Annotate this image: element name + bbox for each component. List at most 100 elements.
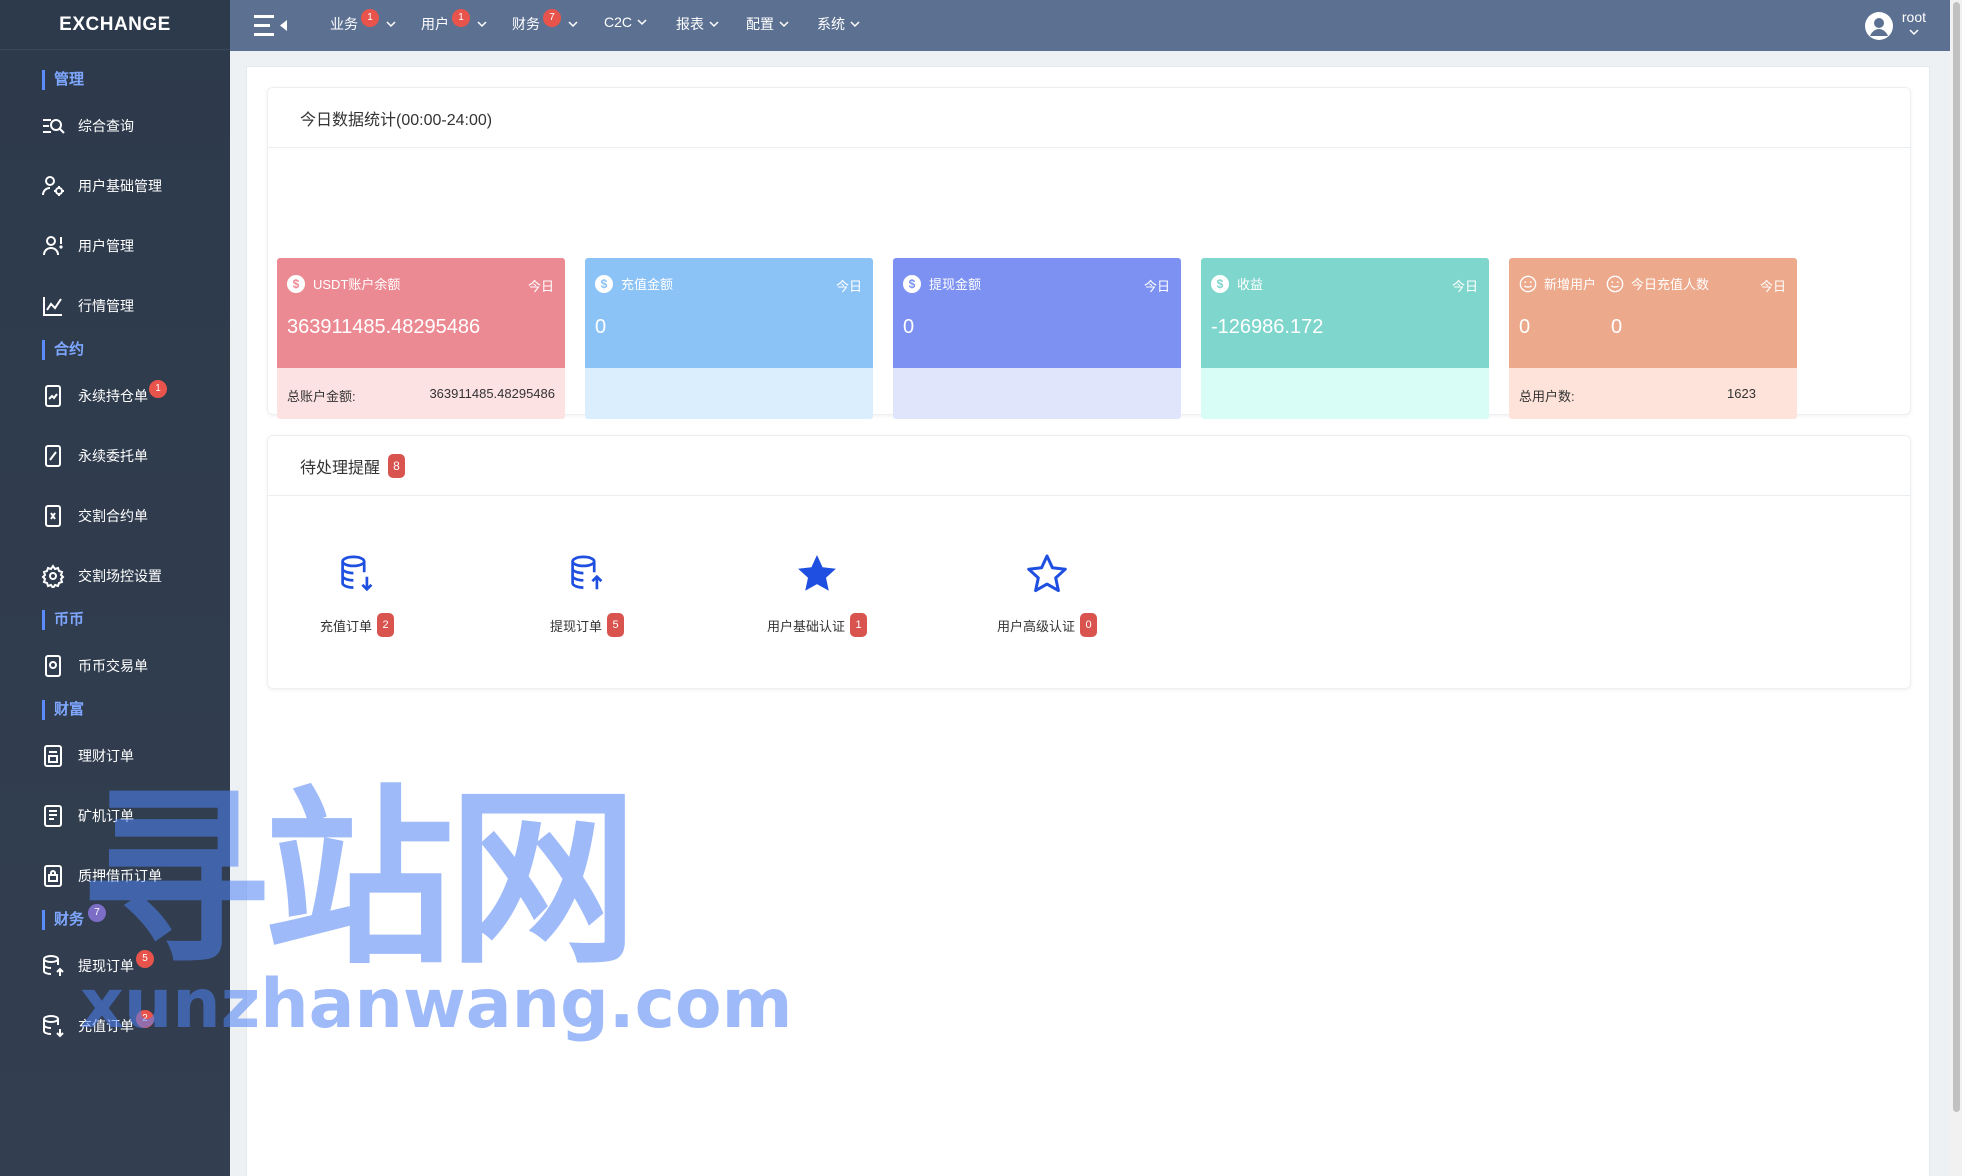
stat-card-profit: $ 收益 今日 -126986.172 xyxy=(1201,258,1489,419)
chevron-down-icon xyxy=(386,21,396,28)
topnav-badge: 1 xyxy=(361,9,379,27)
topnav-label: 用户 xyxy=(421,16,449,32)
sidebar-item-label: 综合查询 xyxy=(78,118,134,134)
stat-foot-value: 1623 xyxy=(1727,386,1756,401)
chevron-down-icon xyxy=(709,21,719,28)
topnav-label: 系统 xyxy=(817,16,845,32)
sidebar-item-user-management[interactable]: 用户管理 xyxy=(0,226,230,266)
stat-label: 充值金额 xyxy=(621,277,674,292)
sidebar-item-wealth-orders[interactable]: 理财订单 xyxy=(0,736,230,776)
section-title-management: 管理 xyxy=(42,70,84,90)
stat-tag: 今日 xyxy=(1143,279,1170,294)
sidebar-item-deposit-orders[interactable]: 充值订单 xyxy=(0,1006,230,1046)
topnav-reports[interactable]: 报表 xyxy=(676,14,720,34)
topnav-business[interactable]: 业务 1 xyxy=(330,9,397,34)
document-list-icon xyxy=(40,803,66,829)
topnav-label: 财务 xyxy=(512,16,540,32)
stat-card-usdt-balance: $ USDT账户余额 今日 363911485.48295486 总账户金额: 3… xyxy=(277,258,565,419)
section-title-finance: 财务 xyxy=(42,910,84,930)
sidebar-item-user-basic[interactable]: 用户基础管理 xyxy=(0,166,230,206)
stat-tag: 今日 xyxy=(835,279,862,294)
topnav-label: 配置 xyxy=(746,16,774,32)
sidebar-item-label: 用户基础管理 xyxy=(78,178,162,194)
topnav-label: 报表 xyxy=(676,16,704,32)
sidebar-item-label: 交割合约单 xyxy=(78,508,148,524)
task-label: 用户基础认证 xyxy=(766,618,845,634)
database-download-icon xyxy=(277,549,437,599)
pending-advanced-verification[interactable]: 用户高级认证 0 xyxy=(967,549,1127,637)
stat-value: 0 xyxy=(1519,316,1531,338)
perpetual-position-badge: 1 xyxy=(149,380,167,398)
database-upload-icon xyxy=(507,549,667,599)
task-badge: 1 xyxy=(850,613,867,637)
deposit-orders-badge: 2 xyxy=(136,1010,154,1028)
stat-card-withdraw-amount: $ 提现金额 今日 0 xyxy=(893,258,1181,419)
phone-coin-icon xyxy=(40,653,66,679)
section-title-contract: 合约 xyxy=(42,340,84,360)
user-settings-icon xyxy=(40,173,66,199)
task-badge: 5 xyxy=(607,613,624,637)
sidebar-item-comprehensive-query[interactable]: 综合查询 xyxy=(0,106,230,146)
sidebar-item-miner-orders[interactable]: 矿机订单 xyxy=(0,796,230,836)
phone-dollar-icon xyxy=(40,503,66,529)
topnav-c2c[interactable]: C2C xyxy=(604,14,648,30)
sidebar-item-delivery-contract[interactable]: 交割合约单 xyxy=(0,496,230,536)
stat-foot-value: 363911485.48295486 xyxy=(429,386,555,401)
topnav-config[interactable]: 配置 xyxy=(746,14,790,34)
main-content: 今日数据统计(00:00-24:00) $ USDT账户余额 今日 3639114… xyxy=(246,66,1930,1176)
task-label: 充值订单 xyxy=(319,618,372,634)
task-label: 提现订单 xyxy=(549,618,602,634)
database-down-icon xyxy=(40,1013,66,1039)
star-filled-icon xyxy=(737,549,897,599)
pending-deposit-orders[interactable]: 充值订单 2 xyxy=(277,549,437,637)
panel-title: 待处理提醒 8 xyxy=(268,436,1910,496)
stat-value: 363911485.48295486 xyxy=(287,316,481,338)
stat-label: 提现金额 xyxy=(929,277,982,292)
dollar-icon: $ xyxy=(287,274,305,293)
sidebar-item-withdraw-orders[interactable]: 提现订单 xyxy=(0,946,230,986)
phone-chart-icon xyxy=(40,383,66,409)
pending-title: 待处理提醒 xyxy=(300,459,381,477)
panel-title: 今日数据统计(00:00-24:00) xyxy=(268,88,1910,148)
username: root xyxy=(1901,9,1926,25)
stat-label: 收益 xyxy=(1237,277,1264,292)
pending-badge: 8 xyxy=(388,453,406,478)
sidebar-item-perpetual-position[interactable]: 永续持仓单 xyxy=(0,376,230,416)
task-label: 用户高级认证 xyxy=(996,618,1075,634)
chevron-down-icon xyxy=(637,19,647,26)
top-navbar: 业务 1 用户 1 财务 7 C2C 报表 配置 系统 root xyxy=(230,0,1950,51)
stat-value: 0 xyxy=(903,316,915,338)
document-list-icon xyxy=(40,743,66,769)
chevron-down-icon xyxy=(850,21,860,28)
stat-foot-label: 总账户金额: xyxy=(287,389,356,404)
scrollbar-thumb[interactable] xyxy=(1953,2,1960,1112)
pending-withdraw-orders[interactable]: 提现订单 5 xyxy=(507,549,667,637)
sidebar-item-perpetual-orders[interactable]: 永续委托单 xyxy=(0,436,230,476)
vertical-scrollbar[interactable] xyxy=(1950,0,1962,1176)
sidebar-item-label: 提现订单 xyxy=(78,958,134,974)
stat-foot-label: 总用户数: xyxy=(1519,389,1575,404)
topnav-system[interactable]: 系统 xyxy=(817,14,861,34)
task-badge: 0 xyxy=(1080,613,1097,637)
stat-value: -126986.172 xyxy=(1211,316,1324,338)
sidebar-item-delivery-settings[interactable]: 交割场控设置 xyxy=(0,556,230,596)
withdraw-orders-badge: 5 xyxy=(136,950,154,968)
topnav-badge: 7 xyxy=(543,9,561,27)
sidebar-item-market[interactable]: 行情管理 xyxy=(0,286,230,326)
dollar-icon: $ xyxy=(903,274,921,293)
topnav-users[interactable]: 用户 1 xyxy=(421,9,488,34)
stat-tag: 今日 xyxy=(1759,279,1786,294)
stat-value: 0 xyxy=(595,316,607,338)
pending-basic-verification[interactable]: 用户基础认证 1 xyxy=(737,549,897,637)
topnav-badge: 1 xyxy=(452,9,470,27)
topnav-finance[interactable]: 财务 7 xyxy=(512,9,579,34)
stat-value-2: 0 xyxy=(1611,316,1623,338)
stat-label: USDT账户余额 xyxy=(313,277,401,292)
sidebar-item-spot-orders[interactable]: 币币交易单 xyxy=(0,646,230,686)
user-menu[interactable]: root xyxy=(1864,8,1926,41)
menu-toggle-icon[interactable] xyxy=(252,11,292,41)
star-outline-icon xyxy=(967,549,1127,599)
sidebar-item-label: 永续持仓单 xyxy=(78,388,148,404)
phone-chart-icon xyxy=(40,443,66,469)
sidebar-item-pledge-orders[interactable]: 质押借币订单 xyxy=(0,856,230,896)
